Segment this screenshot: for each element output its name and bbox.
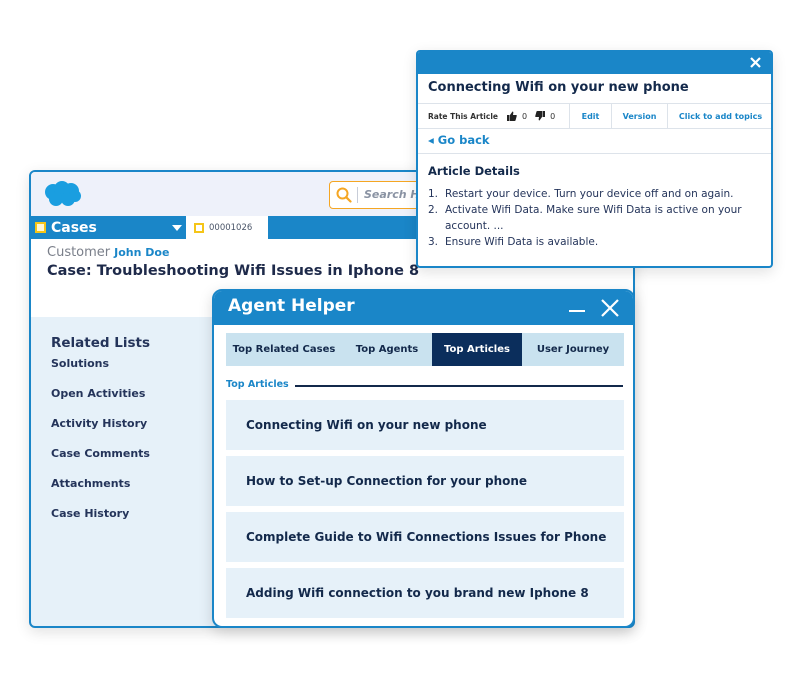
article-item[interactable]: Complete Guide to Wifi Connections Issue… bbox=[226, 512, 624, 562]
divider bbox=[418, 153, 771, 154]
record-tab-icon bbox=[194, 222, 204, 233]
helper-tabs: Top Related Cases Top Agents Top Article… bbox=[226, 333, 624, 366]
agent-helper-header: Agent Helper bbox=[214, 291, 633, 325]
chevron-down-icon[interactable] bbox=[172, 225, 182, 231]
article-popup-header bbox=[418, 52, 771, 74]
search-placeholder: Search H bbox=[364, 188, 420, 201]
related-item-case-comments[interactable]: Case Comments bbox=[51, 447, 150, 477]
add-topics-button[interactable]: Click to add topics bbox=[668, 104, 771, 128]
thumbs-down-icon[interactable] bbox=[535, 111, 546, 121]
edit-button[interactable]: Edit bbox=[570, 104, 612, 128]
tab-top-articles[interactable]: Top Articles bbox=[432, 333, 522, 366]
rate-article: Rate This Article 0 0 bbox=[418, 104, 570, 128]
detail-text: Restart your device. Turn your device of… bbox=[445, 188, 734, 200]
cases-tab-label: Cases bbox=[51, 219, 97, 236]
customer-label: Customer bbox=[47, 245, 111, 260]
article-toolbar: Rate This Article 0 0 Edit Version Click… bbox=[418, 103, 771, 129]
detail-text: Activate Wifi Data. Make sure Wifi Data … bbox=[445, 204, 742, 232]
search-divider bbox=[357, 187, 358, 203]
agent-helper-panel: Agent Helper Top Related Cases Top Agent… bbox=[212, 289, 635, 628]
article-item[interactable]: Adding Wifi connection to you brand new … bbox=[226, 568, 624, 618]
article-popup: Connecting Wifi on your new phone Rate T… bbox=[416, 50, 773, 268]
related-lists: Related Lists Solutions Open Activities … bbox=[51, 335, 150, 537]
detail-item: 1. Restart your device. Turn your device … bbox=[428, 186, 768, 202]
go-back-link[interactable]: ◂ Go back bbox=[428, 133, 490, 147]
detail-item: 2. Activate Wifi Data. Make sure Wifi Dat… bbox=[428, 202, 768, 234]
rate-label: Rate This Article bbox=[428, 111, 498, 121]
cases-tab-icon bbox=[35, 222, 46, 233]
close-icon[interactable] bbox=[750, 57, 761, 68]
related-item-activity-history[interactable]: Activity History bbox=[51, 417, 150, 447]
tab-top-agents[interactable]: Top Agents bbox=[342, 333, 432, 366]
related-item-open-activities[interactable]: Open Activities bbox=[51, 387, 150, 417]
section-label: Top Articles bbox=[226, 379, 289, 390]
thumbs-down-count: 0 bbox=[550, 111, 556, 121]
detail-number: 2. bbox=[428, 204, 439, 216]
tab-user-journey[interactable]: User Journey bbox=[522, 333, 624, 366]
close-icon[interactable] bbox=[599, 297, 621, 319]
related-item-attachments[interactable]: Attachments bbox=[51, 477, 150, 507]
article-title: Connecting Wifi on your new phone bbox=[428, 80, 689, 95]
section-divider bbox=[295, 385, 623, 387]
search-icon bbox=[336, 187, 352, 203]
article-details-list: 1. Restart your device. Turn your device … bbox=[428, 186, 768, 250]
article-item[interactable]: How to Set-up Connection for your phone bbox=[226, 456, 624, 506]
detail-number: 3. bbox=[428, 236, 439, 248]
thumbs-up-count: 0 bbox=[521, 111, 528, 121]
version-button[interactable]: Version bbox=[612, 104, 668, 128]
cloud-logo-icon bbox=[45, 181, 81, 206]
minimize-icon[interactable] bbox=[569, 310, 585, 312]
customer-name-link[interactable]: John Doe bbox=[114, 246, 169, 259]
related-lists-title: Related Lists bbox=[51, 335, 151, 351]
detail-number: 1. bbox=[428, 188, 439, 200]
case-title: Case: Troubleshooting Wifi Issues in Iph… bbox=[47, 263, 420, 279]
related-item-solutions[interactable]: Solutions bbox=[51, 357, 150, 387]
nav-tab-cases[interactable]: Cases bbox=[31, 216, 186, 239]
detail-text: Ensure Wifi Data is available. bbox=[445, 236, 599, 248]
agent-helper-title: Agent Helper bbox=[228, 296, 355, 316]
article-details-title: Article Details bbox=[428, 164, 520, 178]
article-item[interactable]: Connecting Wifi on your new phone bbox=[226, 400, 624, 450]
tab-top-related-cases[interactable]: Top Related Cases bbox=[226, 333, 342, 366]
related-item-case-history[interactable]: Case History bbox=[51, 507, 150, 537]
record-tab-label: 00001026 bbox=[209, 222, 253, 233]
thumbs-up-icon[interactable] bbox=[506, 111, 517, 121]
detail-item: 3. Ensure Wifi Data is available. bbox=[428, 234, 768, 250]
customer-row: Customer John Doe bbox=[47, 245, 169, 260]
record-tab[interactable]: 00001026 bbox=[186, 216, 268, 239]
